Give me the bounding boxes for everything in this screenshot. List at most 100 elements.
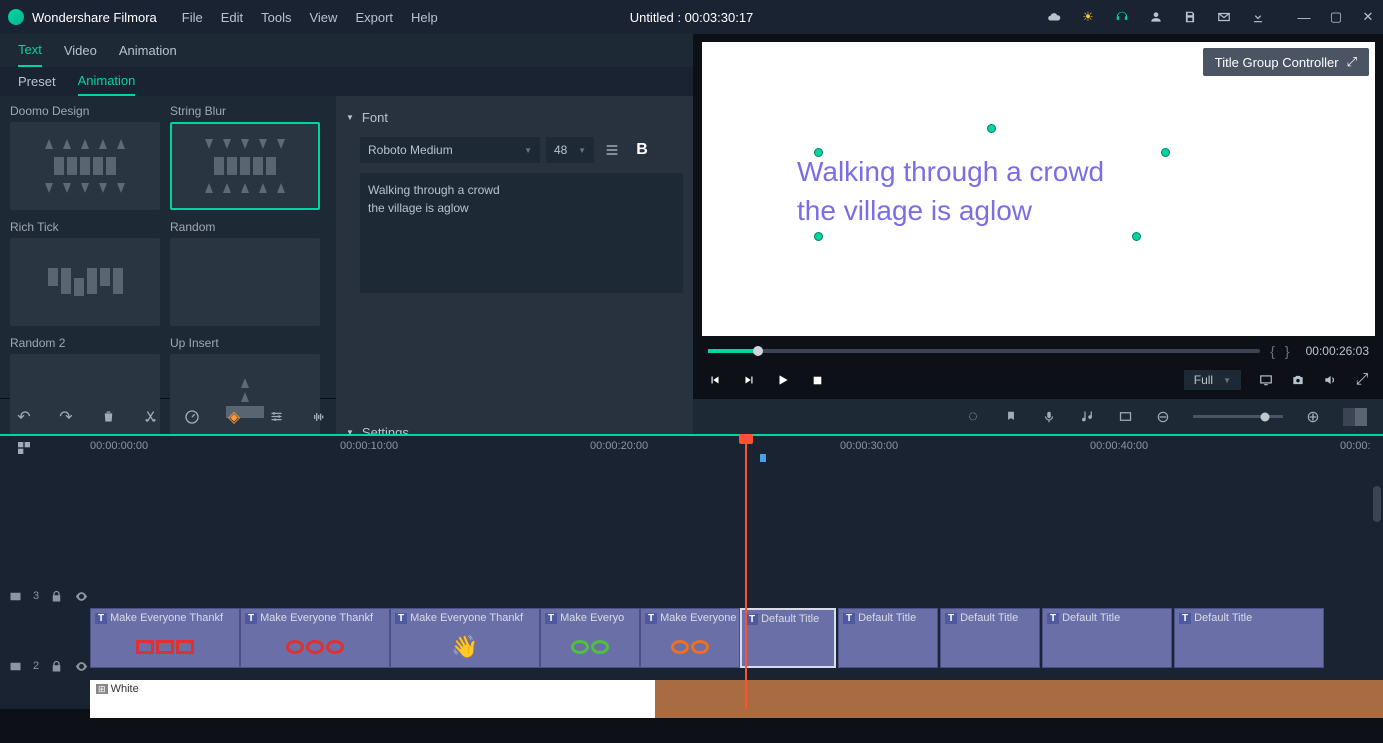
aspect-icon[interactable] <box>1117 409 1133 425</box>
bold-button[interactable]: B <box>630 138 654 162</box>
save-icon[interactable] <box>1183 10 1197 24</box>
font-family-select[interactable]: Roboto Medium▼ <box>360 137 540 163</box>
app-logo <box>8 9 24 25</box>
stop-button[interactable] <box>810 374 824 387</box>
preview-panel: Title Group Controller⤢ Walking through … <box>694 34 1383 398</box>
timeline-clip[interactable]: TMake Everyone Thankf <box>90 608 240 668</box>
timeline-clip[interactable]: TMake Everyone <box>640 608 740 668</box>
render-icon[interactable]: ◌ <box>965 409 981 425</box>
timeline-clip[interactable]: TDefault Title <box>1042 608 1172 668</box>
track-2-row[interactable]: ⊞ White <box>90 680 1383 718</box>
mark-in-icon[interactable]: { <box>1270 343 1275 359</box>
delete-icon[interactable] <box>100 409 116 425</box>
crop-icon[interactable]: ◈ <box>226 409 242 425</box>
menu-tools[interactable]: Tools <box>261 10 291 25</box>
title-group-controller-button[interactable]: Title Group Controller⤢ <box>1203 48 1369 76</box>
timeline-vscroll[interactable] <box>1373 486 1381 522</box>
zoom-slider[interactable] <box>1193 415 1283 418</box>
speed-icon[interactable] <box>184 409 200 425</box>
quality-select[interactable]: Full▼ <box>1184 370 1241 390</box>
title-text-input[interactable]: Walking through a crowd the village is a… <box>360 173 683 293</box>
line-spacing-icon[interactable] <box>600 138 624 162</box>
timeline-marker[interactable] <box>760 454 766 462</box>
next-frame-button[interactable] <box>742 373 756 387</box>
timeline-ruler[interactable]: 00:00:00:00 00:00:10:00 00:00:20:00 00:0… <box>90 436 1383 462</box>
voiceover-icon[interactable] <box>1041 409 1057 425</box>
anim-label: Random 2 <box>10 336 160 350</box>
fullscreen-icon[interactable]: ⤢ <box>1355 373 1369 387</box>
tab-video[interactable]: Video <box>64 35 97 66</box>
window-close[interactable]: ✕ <box>1361 10 1375 24</box>
video-clip-white[interactable]: ⊞ White <box>90 680 655 718</box>
undo-icon[interactable]: ↶ <box>16 409 32 425</box>
track-header-3[interactable]: 3 <box>0 566 90 626</box>
track-header-2[interactable]: 2 <box>0 636 90 696</box>
preview-scrubber[interactable] <box>708 349 1260 353</box>
bbox-handle[interactable] <box>1132 232 1141 241</box>
subtab-preset[interactable]: Preset <box>18 68 56 95</box>
timeline-clip[interactable]: TDefault Title <box>838 608 938 668</box>
preview-text[interactable]: Walking through a crowd the village is a… <box>797 152 1104 230</box>
timeline-clip[interactable]: TMake Everyone Thankf <box>240 608 390 668</box>
volume-icon[interactable] <box>1323 373 1337 387</box>
tab-text[interactable]: Text <box>18 34 42 67</box>
anim-thumb-richtick[interactable] <box>10 238 160 326</box>
menu-file[interactable]: File <box>182 10 203 25</box>
mark-out-icon[interactable]: } <box>1285 343 1290 359</box>
font-size-select[interactable]: 48▼ <box>546 137 594 163</box>
bbox-handle[interactable] <box>987 124 996 133</box>
anim-thumb-doomo[interactable] <box>10 122 160 210</box>
menu-view[interactable]: View <box>309 10 337 25</box>
bbox-handle[interactable] <box>1161 148 1170 157</box>
audio-mixer-icon[interactable] <box>1079 409 1095 425</box>
timeline-clip[interactable]: TMake Everyone Thankf👋 <box>390 608 540 668</box>
timeline[interactable]: 3 2 00:00:00:00 00:00:10:00 00:00:20:00 … <box>0 434 1383 709</box>
track-3-row[interactable]: TMake Everyone ThankfTMake Everyone Than… <box>90 608 1383 668</box>
anim-thumb-upinsert[interactable] <box>170 354 320 442</box>
display-icon[interactable] <box>1259 373 1273 387</box>
prev-frame-button[interactable] <box>708 373 722 387</box>
zoom-in-icon[interactable]: ⊕ <box>1305 409 1321 425</box>
menu-export[interactable]: Export <box>355 10 393 25</box>
anim-label: Up Insert <box>170 336 320 350</box>
timeline-clip[interactable]: TMake Everyo <box>540 608 640 668</box>
anim-label: Random <box>170 220 320 234</box>
anim-thumb-stringblur[interactable] <box>170 122 320 210</box>
timeline-clip[interactable]: TDefault Title <box>1174 608 1324 668</box>
subtab-animation[interactable]: Animation <box>78 67 136 96</box>
timeline-clip[interactable]: TDefault Title <box>740 608 836 668</box>
headphones-icon[interactable] <box>1115 10 1129 24</box>
tab-animation[interactable]: Animation <box>119 35 177 66</box>
preview-timecode: 00:00:26:03 <box>1306 344 1369 358</box>
window-maximize[interactable]: ▢ <box>1329 10 1343 24</box>
cut-icon[interactable] <box>142 409 158 425</box>
window-minimize[interactable]: ― <box>1297 10 1311 24</box>
anim-thumb-random[interactable] <box>170 238 320 326</box>
menu-edit[interactable]: Edit <box>221 10 243 25</box>
properties-panel: Font Roboto Medium▼ 48▼ B Walking throug… <box>336 96 693 450</box>
user-icon[interactable] <box>1149 10 1163 24</box>
timeline-clip[interactable]: TDefault Title <box>940 608 1040 668</box>
snapshot-icon[interactable] <box>1291 373 1305 387</box>
adjust-icon[interactable] <box>268 409 284 425</box>
anim-thumb-random2[interactable] <box>10 354 160 442</box>
playhead[interactable] <box>745 436 747 709</box>
redo-icon[interactable]: ↷ <box>58 409 74 425</box>
manage-tracks-icon[interactable] <box>16 440 32 456</box>
video-clip-brown[interactable] <box>655 680 1383 718</box>
play-button[interactable] <box>776 373 790 387</box>
track-size-toggle[interactable] <box>1343 408 1367 426</box>
marker-icon[interactable] <box>1003 409 1019 425</box>
font-section-header[interactable]: Font <box>346 104 683 131</box>
audio-wave-icon[interactable] <box>310 409 326 425</box>
mail-icon[interactable] <box>1217 10 1231 24</box>
zoom-out-icon[interactable]: ⊖ <box>1155 409 1171 425</box>
sun-icon[interactable]: ☀ <box>1081 10 1095 24</box>
preview-canvas[interactable]: Title Group Controller⤢ Walking through … <box>702 42 1375 336</box>
bbox-handle[interactable] <box>814 232 823 241</box>
cloud-icon[interactable] <box>1047 10 1061 24</box>
animation-grid: Doomo Design String Blur <box>0 96 336 450</box>
app-name: Wondershare Filmora <box>32 10 157 25</box>
menu-help[interactable]: Help <box>411 10 438 25</box>
download-icon[interactable] <box>1251 10 1265 24</box>
